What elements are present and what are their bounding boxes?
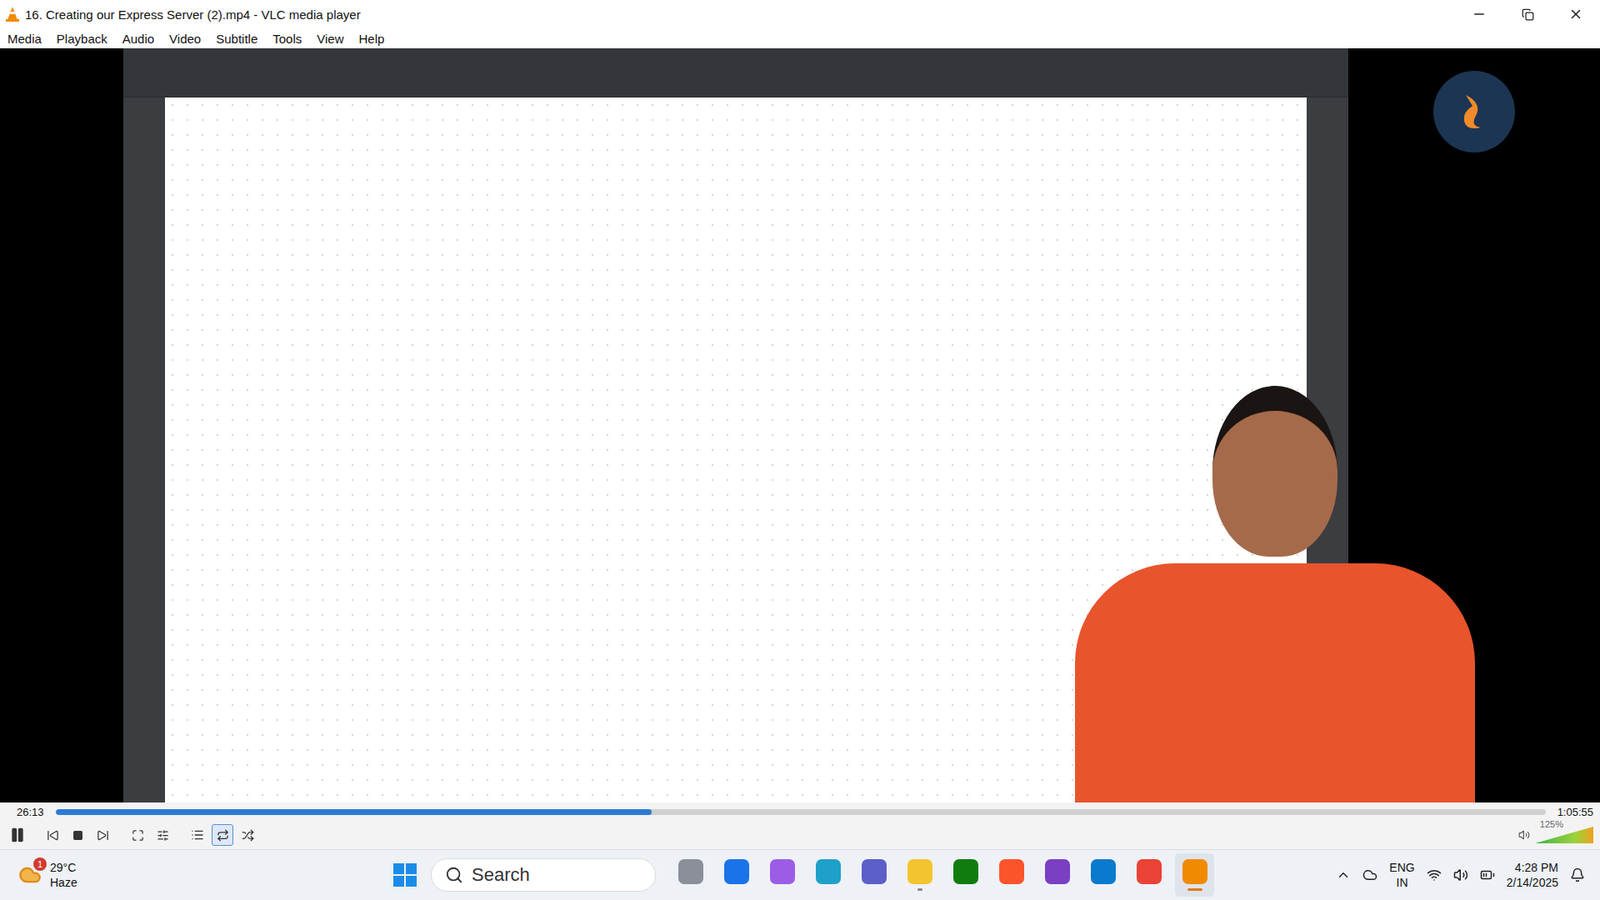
weather-condition: Haze	[50, 875, 78, 890]
weather-widget[interactable]: 129°CHaze	[0, 860, 386, 890]
taskbar-app[interactable]	[808, 853, 848, 897]
stop-icon[interactable]	[66, 824, 89, 846]
taskbar: 129°CHazeSearchENGIN4:28 PM2/14/2025	[0, 849, 1600, 900]
video-app-toolbar	[123, 48, 1349, 98]
loop-icon[interactable]	[211, 824, 234, 846]
taskbar-app[interactable]	[945, 853, 985, 897]
app-icon	[678, 859, 704, 885]
speaker-icon[interactable]	[1518, 829, 1530, 841]
taskbar-app[interactable]	[991, 853, 1031, 897]
restore-icon[interactable]	[1503, 0, 1552, 29]
menu-item[interactable]: View	[315, 31, 345, 46]
close-icon[interactable]	[1551, 0, 1600, 29]
previous-icon[interactable]	[41, 824, 64, 846]
notifications-icon[interactable]	[1570, 867, 1585, 883]
onedrive-icon[interactable]	[1362, 867, 1378, 883]
app-icon	[861, 859, 887, 885]
title-bar: 16. Creating our Express Server (2).mp4 …	[0, 0, 1600, 29]
volume-slider[interactable]	[1535, 826, 1594, 844]
logo-icon	[1457, 90, 1491, 133]
playlist-icon[interactable]	[186, 824, 209, 846]
vlc-window: 16. Creating our Express Server (2).mp4 …	[0, 0, 1600, 900]
search-box[interactable]: Search	[430, 858, 656, 892]
app-icon	[1182, 859, 1208, 885]
wifi-icon[interactable]	[1426, 867, 1442, 883]
elapsed-time: 26:13	[16, 805, 45, 819]
app-icon	[907, 859, 933, 885]
taskbar-app[interactable]	[716, 853, 756, 897]
app-icon	[953, 859, 979, 885]
volume-reading: 125%	[1540, 819, 1564, 830]
vlc-cone-icon	[5, 5, 20, 23]
volume-icon[interactable]	[1453, 867, 1469, 883]
app-icon	[1045, 859, 1070, 885]
menu-item[interactable]: Media	[6, 31, 43, 46]
menu-item[interactable]: Video	[168, 31, 202, 46]
system-tray: ENGIN 4:28 PM2/14/2025	[1214, 860, 1600, 890]
language-indicator[interactable]: ENGIN	[1389, 860, 1415, 890]
taskbar-app[interactable]	[1037, 853, 1077, 897]
temperature: 29°C	[50, 860, 78, 875]
channel-logo	[1433, 70, 1515, 153]
battery-icon[interactable]	[1480, 867, 1495, 883]
shuffle-icon[interactable]	[236, 824, 259, 846]
app-icon	[770, 859, 795, 885]
taskbar-app[interactable]	[1083, 853, 1123, 897]
seek-row: 26:13 1:05:55	[0, 802, 1600, 821]
minimize-icon[interactable]	[1455, 0, 1504, 29]
app-icon	[1136, 859, 1162, 885]
menu-item[interactable]: Help	[358, 31, 386, 46]
taskbar-app[interactable]	[854, 853, 894, 897]
time: 4:28 PM	[1515, 860, 1559, 875]
window-title: 16. Creating our Express Server (2).mp4 …	[25, 7, 1455, 22]
search-icon	[445, 865, 464, 885]
app-icon	[999, 859, 1025, 885]
start-button[interactable]	[385, 855, 425, 895]
menu-bar: Media Playback Audio Video Subtitle Tools View…	[0, 28, 1600, 49]
taskbar-app[interactable]	[1175, 853, 1215, 897]
video-frame	[0, 48, 1600, 803]
app-icon	[815, 859, 841, 885]
notification-badge: 1	[33, 857, 47, 871]
taskbar-app[interactable]	[670, 853, 710, 897]
controls-bar: 125%	[0, 820, 1600, 850]
menu-item[interactable]: Playback	[55, 31, 109, 46]
presenter-video	[1075, 385, 1475, 803]
clock[interactable]: 4:28 PM2/14/2025	[1506, 860, 1559, 890]
app-icon	[1090, 859, 1116, 885]
seek-bar[interactable]	[55, 809, 1546, 815]
taskbar-app[interactable]	[900, 853, 940, 897]
app-icon	[724, 859, 750, 885]
taskbar-app[interactable]	[762, 853, 802, 897]
taskbar-app[interactable]	[1129, 853, 1169, 897]
next-icon[interactable]	[91, 824, 114, 846]
search-placeholder: Search	[471, 864, 530, 886]
menu-item[interactable]: Tools	[271, 31, 303, 46]
windows-icon	[393, 863, 417, 887]
menu-item[interactable]: Audio	[121, 31, 155, 46]
volume-control[interactable]: 125%	[1518, 826, 1594, 844]
total-time: 1:05:55	[1557, 805, 1594, 819]
chevron-up-icon[interactable]	[1335, 867, 1351, 883]
pause-icon[interactable]	[6, 824, 29, 846]
date: 2/14/2025	[1506, 875, 1559, 890]
weather-icon: 1	[18, 862, 44, 888]
settings-icon[interactable]	[151, 824, 174, 846]
fullscreen-icon[interactable]	[126, 824, 149, 846]
menu-item[interactable]: Subtitle	[215, 31, 259, 46]
